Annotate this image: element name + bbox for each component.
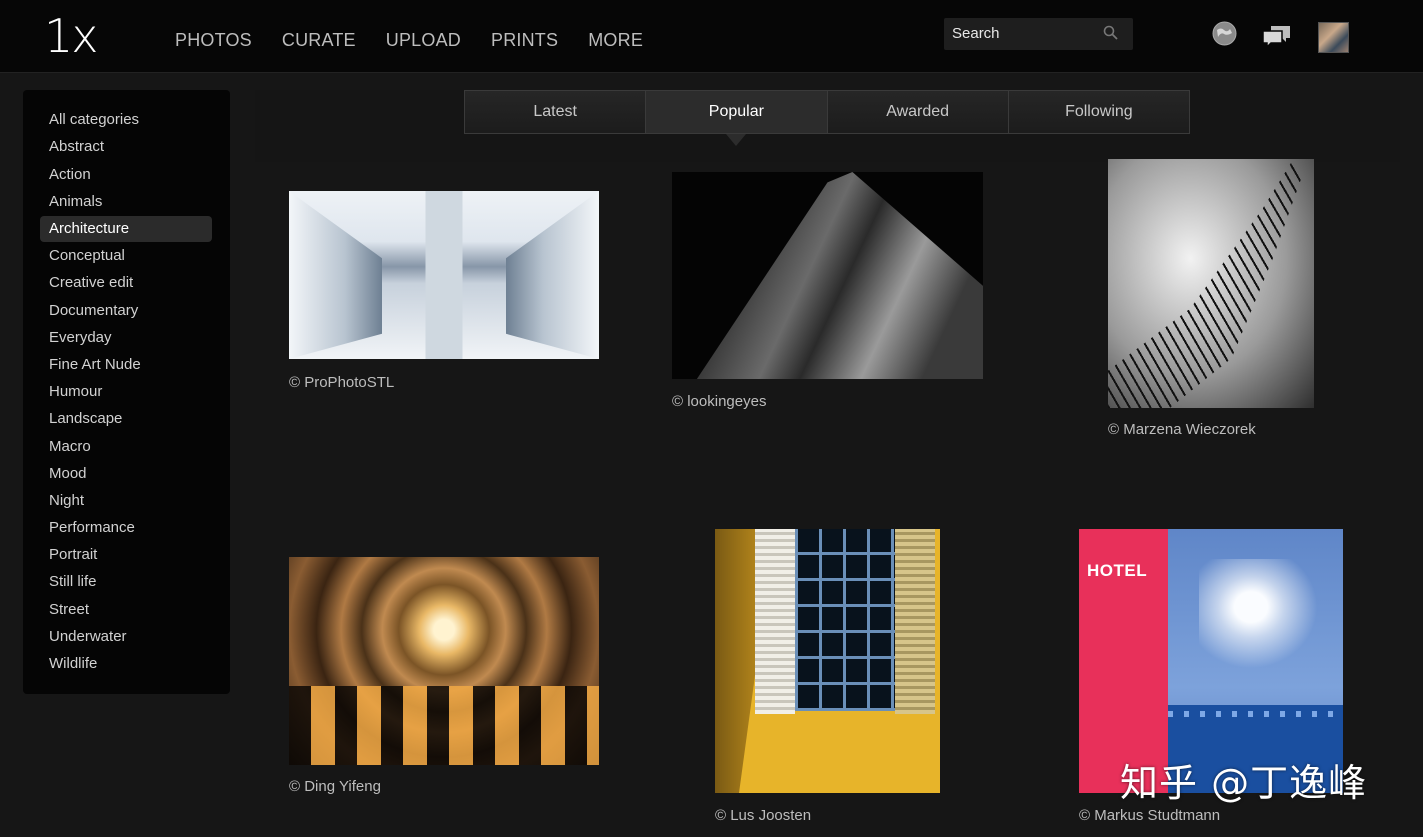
category-mood[interactable]: Mood xyxy=(40,461,212,487)
photo-thumbnail[interactable] xyxy=(289,557,599,765)
photo-detail xyxy=(289,191,382,359)
category-performance[interactable]: Performance xyxy=(40,515,212,541)
category-street[interactable]: Street xyxy=(40,597,212,623)
globe-icon[interactable] xyxy=(1212,21,1237,51)
photo-detail xyxy=(1199,559,1329,679)
photo-thumbnail[interactable] xyxy=(672,172,983,379)
photo-credit[interactable]: © Marzena Wieczorek xyxy=(1108,421,1256,438)
category-architecture[interactable]: Architecture xyxy=(40,216,212,242)
category-animals[interactable]: Animals xyxy=(40,189,212,215)
category-documentary[interactable]: Documentary xyxy=(40,298,212,324)
category-abstract[interactable]: Abstract xyxy=(40,134,212,160)
category-night[interactable]: Night xyxy=(40,488,212,514)
photo-thumbnail[interactable] xyxy=(715,529,940,793)
category-macro[interactable]: Macro xyxy=(40,434,212,460)
logo[interactable]: 1x xyxy=(44,8,98,64)
category-still-life[interactable]: Still life xyxy=(40,569,212,595)
photo-detail xyxy=(696,172,983,379)
category-portrait[interactable]: Portrait xyxy=(40,542,212,568)
chat-bubbles-icon[interactable] xyxy=(1262,24,1292,53)
tab-awarded[interactable]: Awarded xyxy=(828,91,1009,133)
hotel-sign: HOTEL xyxy=(1087,561,1148,580)
category-wildlife[interactable]: Wildlife xyxy=(40,651,212,677)
search-box xyxy=(944,18,1133,50)
category-humour[interactable]: Humour xyxy=(40,379,212,405)
top-bar: 1x PHOTOS CURATE UPLOAD PRINTS MORE xyxy=(0,0,1423,73)
avatar[interactable] xyxy=(1318,22,1349,53)
tab-latest[interactable]: Latest xyxy=(465,91,647,133)
category-underwater[interactable]: Underwater xyxy=(40,624,212,650)
nav-prints[interactable]: PRINTS xyxy=(491,30,558,51)
watermark: 知乎 @丁逸峰 xyxy=(1120,761,1368,805)
nav-curate[interactable]: CURATE xyxy=(282,30,356,51)
nav-upload[interactable]: UPLOAD xyxy=(386,30,461,51)
category-all[interactable]: All categories xyxy=(40,107,212,133)
main-nav: PHOTOS CURATE UPLOAD PRINTS MORE xyxy=(175,30,673,51)
photo-credit[interactable]: © Markus Studtmann xyxy=(1079,807,1220,824)
category-conceptual[interactable]: Conceptual xyxy=(40,243,212,269)
search-icon[interactable] xyxy=(1103,25,1119,46)
tab-following[interactable]: Following xyxy=(1009,91,1189,133)
photo-detail xyxy=(289,685,599,765)
photo-detail xyxy=(795,529,895,711)
category-creative-edit[interactable]: Creative edit xyxy=(40,270,212,296)
photo-detail xyxy=(506,191,599,359)
nav-photos[interactable]: PHOTOS xyxy=(175,30,252,51)
tab-popular[interactable]: Popular xyxy=(646,91,828,133)
photo-detail xyxy=(1108,159,1304,408)
photo-detail xyxy=(895,529,935,714)
category-sidebar: All categories Abstract Action Animals A… xyxy=(23,90,230,694)
category-action[interactable]: Action xyxy=(40,162,212,188)
feed-tabs: Latest Popular Awarded Following xyxy=(464,90,1190,134)
photo-thumbnail[interactable] xyxy=(289,191,599,359)
category-fine-art-nude[interactable]: Fine Art Nude xyxy=(40,352,212,378)
photo-credit[interactable]: © Lus Joosten xyxy=(715,807,811,824)
photo-detail xyxy=(755,529,795,714)
photo-thumbnail[interactable] xyxy=(1108,159,1314,408)
category-landscape[interactable]: Landscape xyxy=(40,406,212,432)
photo-credit[interactable]: © ProPhotoSTL xyxy=(289,374,394,391)
search-input[interactable] xyxy=(944,18,1110,48)
photo-credit[interactable]: © Ding Yifeng xyxy=(289,778,381,795)
photo-credit[interactable]: © lookingeyes xyxy=(672,393,766,410)
active-tab-pointer xyxy=(726,134,746,146)
category-everyday[interactable]: Everyday xyxy=(40,325,212,351)
nav-more[interactable]: MORE xyxy=(588,30,643,51)
